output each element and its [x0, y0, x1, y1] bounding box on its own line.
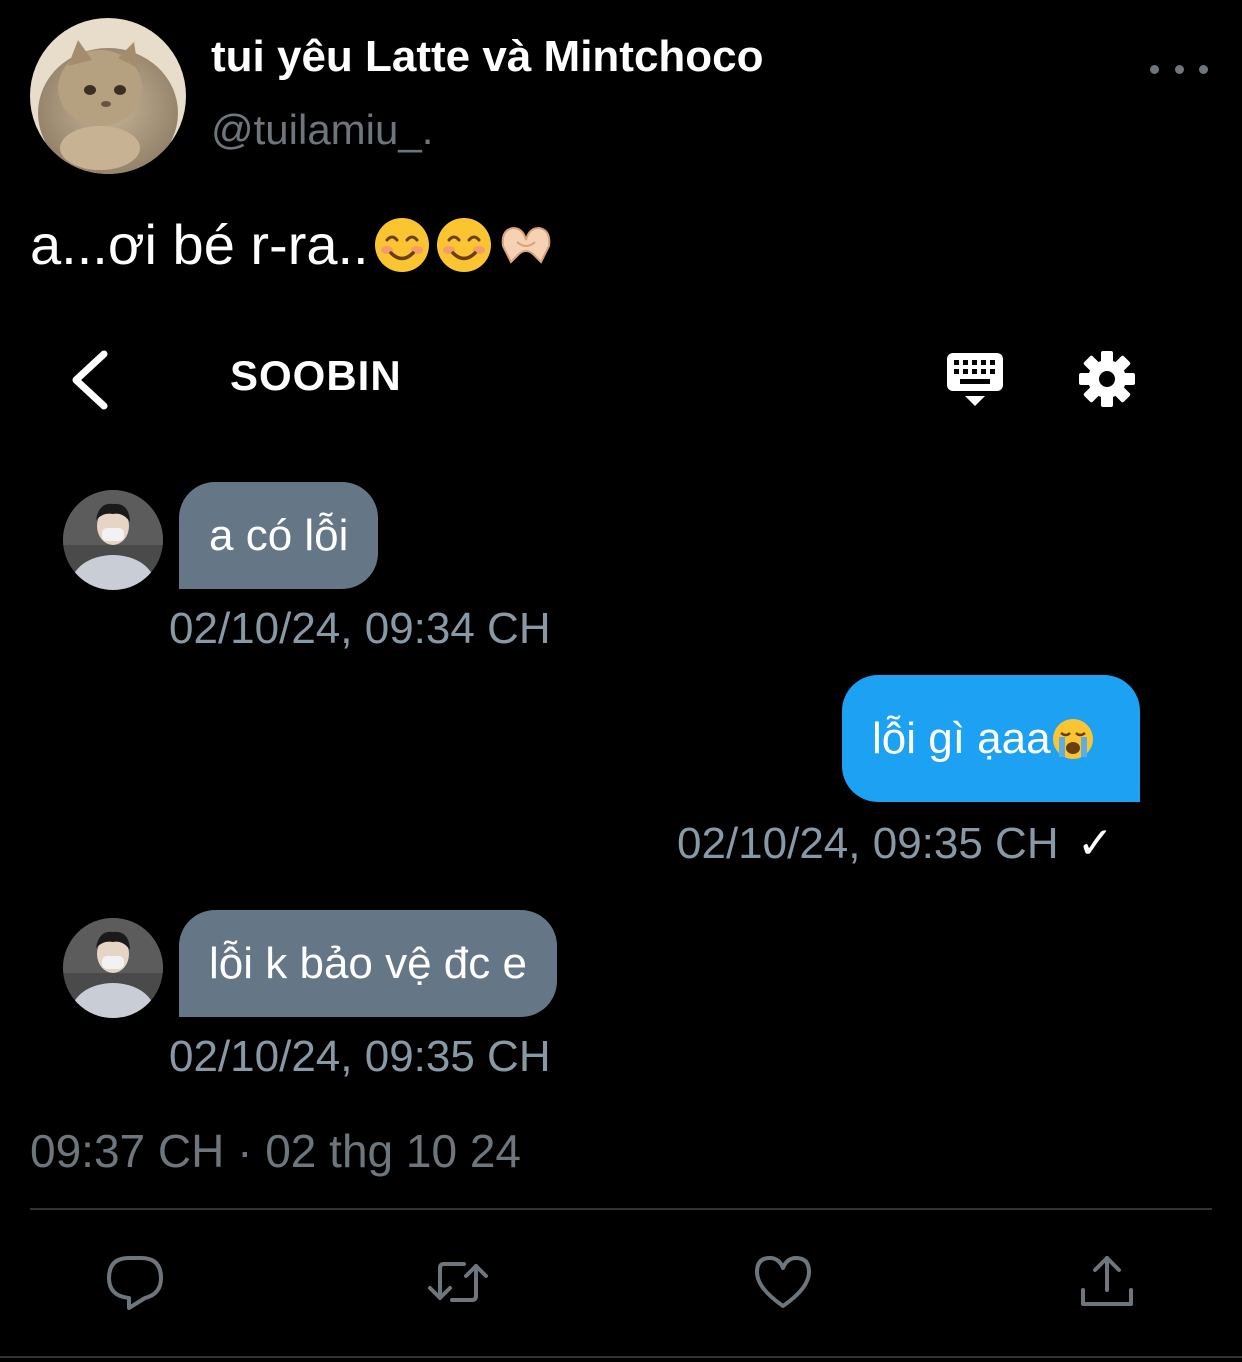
author-handle[interactable]: @tuilamiu_.	[211, 106, 433, 154]
more-dots-icon[interactable]	[1150, 54, 1208, 84]
conversation-title: SOOBIN	[230, 352, 402, 399]
smiling-face-emoji	[373, 216, 431, 274]
message-time: 02/10/24, 09:35 CH	[677, 819, 1059, 868]
message-bubble-incoming[interactable]: a có lỗi	[179, 482, 379, 589]
author-avatar[interactable]	[30, 18, 186, 174]
read-status: ✓	[1076, 819, 1114, 868]
message-text: a có lỗi	[209, 510, 349, 560]
heart-icon[interactable]	[751, 1250, 815, 1314]
tweet-text-content: a...ơi bé r-ra..	[30, 213, 369, 276]
reply-icon[interactable]	[103, 1250, 167, 1314]
chevron-left-icon[interactable]	[62, 348, 122, 412]
author-display-name[interactable]: tui yêu Latte và Mintchoco	[211, 32, 764, 82]
message-text: lỗi gì ạaa	[872, 713, 1051, 763]
message-bubble-outgoing[interactable]: lỗi gì ạaa	[842, 675, 1140, 802]
keyboard-icon[interactable]	[944, 350, 1006, 410]
tweet-timestamp[interactable]: 09:37 CH · 02 thg 10 24	[30, 1124, 521, 1178]
tweet-text: a...ơi bé r-ra..	[30, 212, 555, 277]
divider	[30, 1208, 1212, 1210]
message-bubble-incoming[interactable]: lỗi k bảo vệ đc e	[179, 910, 557, 1017]
gear-icon[interactable]	[1078, 350, 1136, 408]
loudly-crying-face-emoji	[1051, 717, 1095, 761]
smiling-face-emoji	[435, 216, 493, 274]
divider	[0, 1356, 1242, 1358]
heart-hands-emoji	[497, 216, 555, 274]
message-timestamp: 02/10/24, 09:34 CH	[169, 604, 551, 653]
message-timestamp: 02/10/24, 09:35 CH	[169, 1032, 551, 1081]
message-text: lỗi k bảo vệ đc e	[209, 938, 527, 988]
retweet-icon[interactable]	[426, 1250, 490, 1314]
share-icon[interactable]	[1075, 1250, 1139, 1314]
contact-avatar	[63, 490, 163, 590]
contact-avatar	[63, 918, 163, 1018]
message-timestamp: 02/10/24, 09:35 CH ✓	[677, 818, 1114, 869]
